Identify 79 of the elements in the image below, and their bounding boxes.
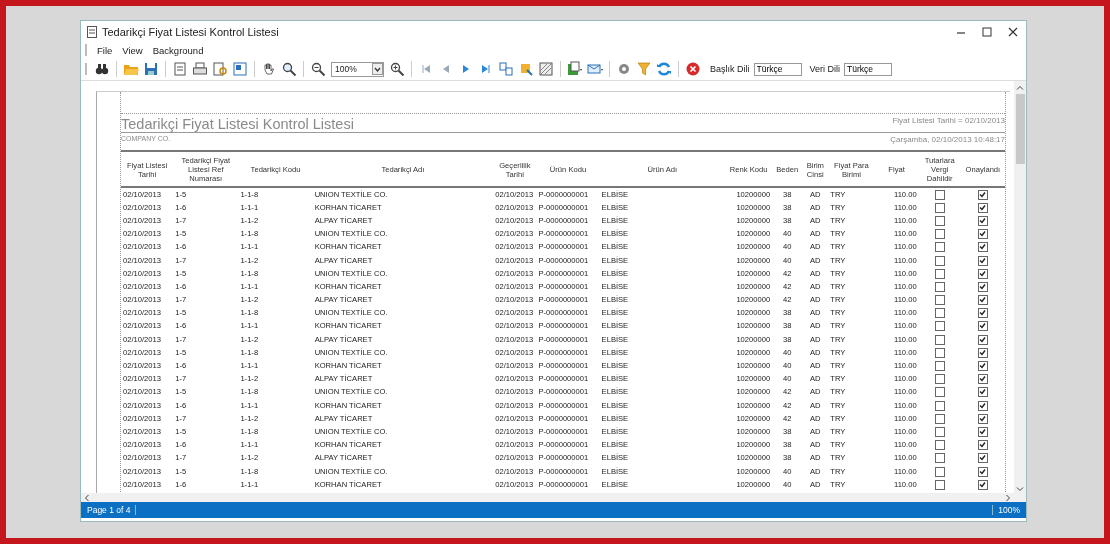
checkbox[interactable] — [977, 215, 988, 226]
checkbox[interactable] — [934, 215, 945, 226]
refresh-icon[interactable] — [656, 61, 672, 77]
checkbox[interactable] — [977, 255, 988, 266]
report-title: Tedarikçi Fiyat Listesi Kontrol Listesi — [121, 116, 354, 132]
checkbox[interactable] — [977, 361, 988, 372]
checkbox[interactable] — [934, 361, 945, 372]
checkbox[interactable] — [977, 374, 988, 385]
filter-text: Fiyat Listesi Tarihi = 02/10/2013 — [892, 116, 1005, 125]
zoom-out-icon[interactable] — [310, 61, 326, 77]
checkbox[interactable] — [934, 321, 945, 332]
checkbox[interactable] — [977, 387, 988, 398]
checkbox[interactable] — [977, 413, 988, 424]
export-document-icon[interactable] — [567, 61, 583, 77]
checkbox[interactable] — [977, 479, 988, 490]
watermark-icon[interactable] — [538, 61, 554, 77]
page-indicator: Page 1 of 4 — [87, 505, 137, 515]
checkbox[interactable] — [934, 413, 945, 424]
report-timestamp: Çarşamba, 02/10/2013 10:48:17 — [890, 135, 1005, 146]
checkbox[interactable] — [934, 281, 945, 292]
checkbox[interactable] — [934, 466, 945, 477]
checkbox[interactable] — [934, 255, 945, 266]
window-title: Tedarikçi Fiyat Listesi Kontrol Listesi — [102, 25, 280, 38]
save-icon[interactable] — [143, 61, 159, 77]
checkbox[interactable] — [977, 440, 988, 451]
print-icon[interactable] — [192, 61, 208, 77]
checkbox[interactable] — [934, 387, 945, 398]
checkbox[interactable] — [977, 466, 988, 477]
checkbox[interactable] — [977, 268, 988, 279]
checkbox[interactable] — [934, 347, 945, 358]
checkbox[interactable] — [934, 229, 945, 240]
checkbox[interactable] — [977, 453, 988, 464]
export-icon[interactable] — [232, 61, 248, 77]
data-language-field[interactable]: Türkçe — [844, 62, 893, 76]
checkbox[interactable] — [977, 281, 988, 292]
vertical-scrollbar-thumb[interactable] — [1015, 94, 1025, 164]
magnifier-icon[interactable] — [281, 61, 297, 77]
checkbox[interactable] — [934, 189, 945, 200]
menu-item[interactable]: Background — [152, 44, 204, 56]
checkbox[interactable] — [934, 242, 945, 253]
checkbox[interactable] — [977, 202, 988, 213]
checkbox[interactable] — [977, 295, 988, 306]
checkbox[interactable] — [934, 374, 945, 385]
menu-item[interactable]: File — [97, 44, 113, 56]
checkbox[interactable] — [977, 321, 988, 332]
zoom-dropdown[interactable]: 100% — [331, 61, 384, 77]
page-color-icon[interactable] — [518, 61, 534, 77]
stop-icon[interactable] — [685, 61, 701, 77]
checkbox[interactable] — [934, 268, 945, 279]
checkbox[interactable] — [977, 347, 988, 358]
email-icon[interactable] — [587, 61, 603, 77]
checkbox[interactable] — [977, 189, 988, 200]
checkbox[interactable] — [934, 295, 945, 306]
header-language-label: Başlık Dili — [710, 64, 750, 74]
header-language-field[interactable]: Türkçe — [753, 62, 802, 76]
checkbox[interactable] — [977, 229, 988, 240]
maximize-icon[interactable] — [982, 26, 992, 37]
multiple-pages-icon[interactable] — [498, 61, 514, 77]
close-icon[interactable] — [1008, 26, 1018, 37]
binoculars-icon[interactable] — [94, 61, 110, 77]
checkbox[interactable] — [977, 334, 988, 345]
checkbox[interactable] — [934, 334, 945, 345]
checkbox[interactable] — [977, 426, 988, 437]
checkbox[interactable] — [977, 308, 988, 319]
menu-item[interactable]: View — [122, 44, 143, 56]
checkbox[interactable] — [934, 453, 945, 464]
checkbox[interactable] — [934, 479, 945, 490]
checkbox[interactable] — [934, 426, 945, 437]
checkbox[interactable] — [934, 440, 945, 451]
data-language-label: Veri Dili — [809, 64, 841, 74]
hand-icon[interactable] — [261, 61, 277, 77]
checkbox[interactable] — [934, 202, 945, 213]
checkbox[interactable] — [977, 400, 988, 411]
zoom-in-icon[interactable] — [389, 61, 405, 77]
checkbox[interactable] — [934, 308, 945, 319]
checkbox[interactable] — [934, 400, 945, 411]
checkbox[interactable] — [977, 242, 988, 253]
report-icon — [87, 25, 97, 38]
zoom-level: 100% — [992, 505, 1020, 515]
